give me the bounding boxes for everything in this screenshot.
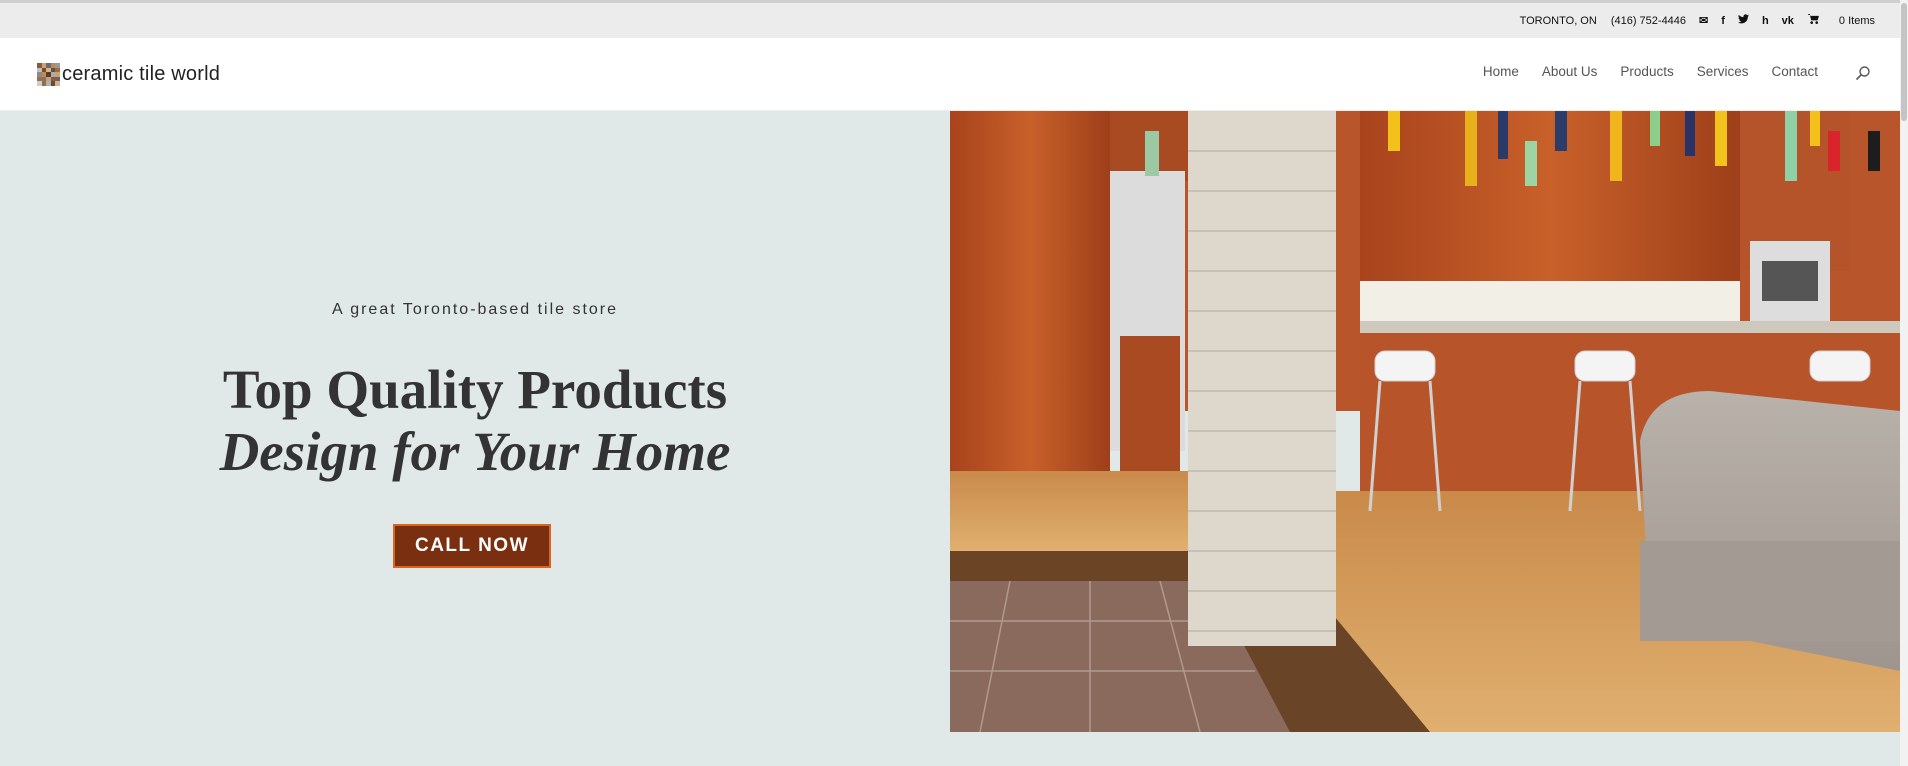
cart-link[interactable]: 0 Items [1807,14,1875,27]
nav-home[interactable]: Home [1483,64,1519,79]
twitter-icon[interactable] [1737,14,1749,27]
call-now-button[interactable]: CALL NOW [393,524,551,568]
scrollbar-thumb[interactable] [1901,3,1907,121]
cart-icon [1807,14,1819,27]
cart-count: 0 Items [1838,14,1875,27]
houzz-icon[interactable]: h [1762,15,1769,27]
nav-contact[interactable]: Contact [1771,64,1818,79]
nav-products[interactable]: Products [1620,64,1673,79]
hero-section: A great Toronto-based tile store Top Qua… [0,111,1908,732]
vk-icon[interactable]: vk [1782,15,1794,27]
site-logo[interactable]: ceramic tile world [37,63,220,86]
kitchen-illustration [950,111,1900,732]
hero-title-line2: Design for Your Home [219,421,731,482]
logo-text: ceramic tile world [62,63,221,85]
location-text: TORONTO, ON [1519,14,1597,27]
site-header: ceramic tile world Home About Us Product… [0,38,1908,111]
search-icon[interactable] [1855,65,1871,81]
scrollbar[interactable] [1900,0,1908,766]
nav-services[interactable]: Services [1697,64,1749,79]
nav-about-us[interactable]: About Us [1542,64,1598,79]
hero-tagline: A great Toronto-based tile store [331,301,619,318]
main-nav: Home About Us Products Services Contact [1460,64,1818,79]
tile-logo-icon [37,63,60,86]
phone-link[interactable]: (416) 752-4446 [1611,15,1686,27]
top-info-bar: TORONTO, ON (416) 752-4446 ✉ f h vk 0 It… [0,3,1908,38]
hero-kitchen-image [950,111,1900,732]
hero-title-line1: Top Quality Products [222,359,728,420]
email-icon[interactable]: ✉ [1699,14,1708,27]
hero-text-panel: A great Toronto-based tile store Top Qua… [0,111,950,732]
facebook-icon[interactable]: f [1721,15,1725,27]
bottom-band [0,732,1900,766]
